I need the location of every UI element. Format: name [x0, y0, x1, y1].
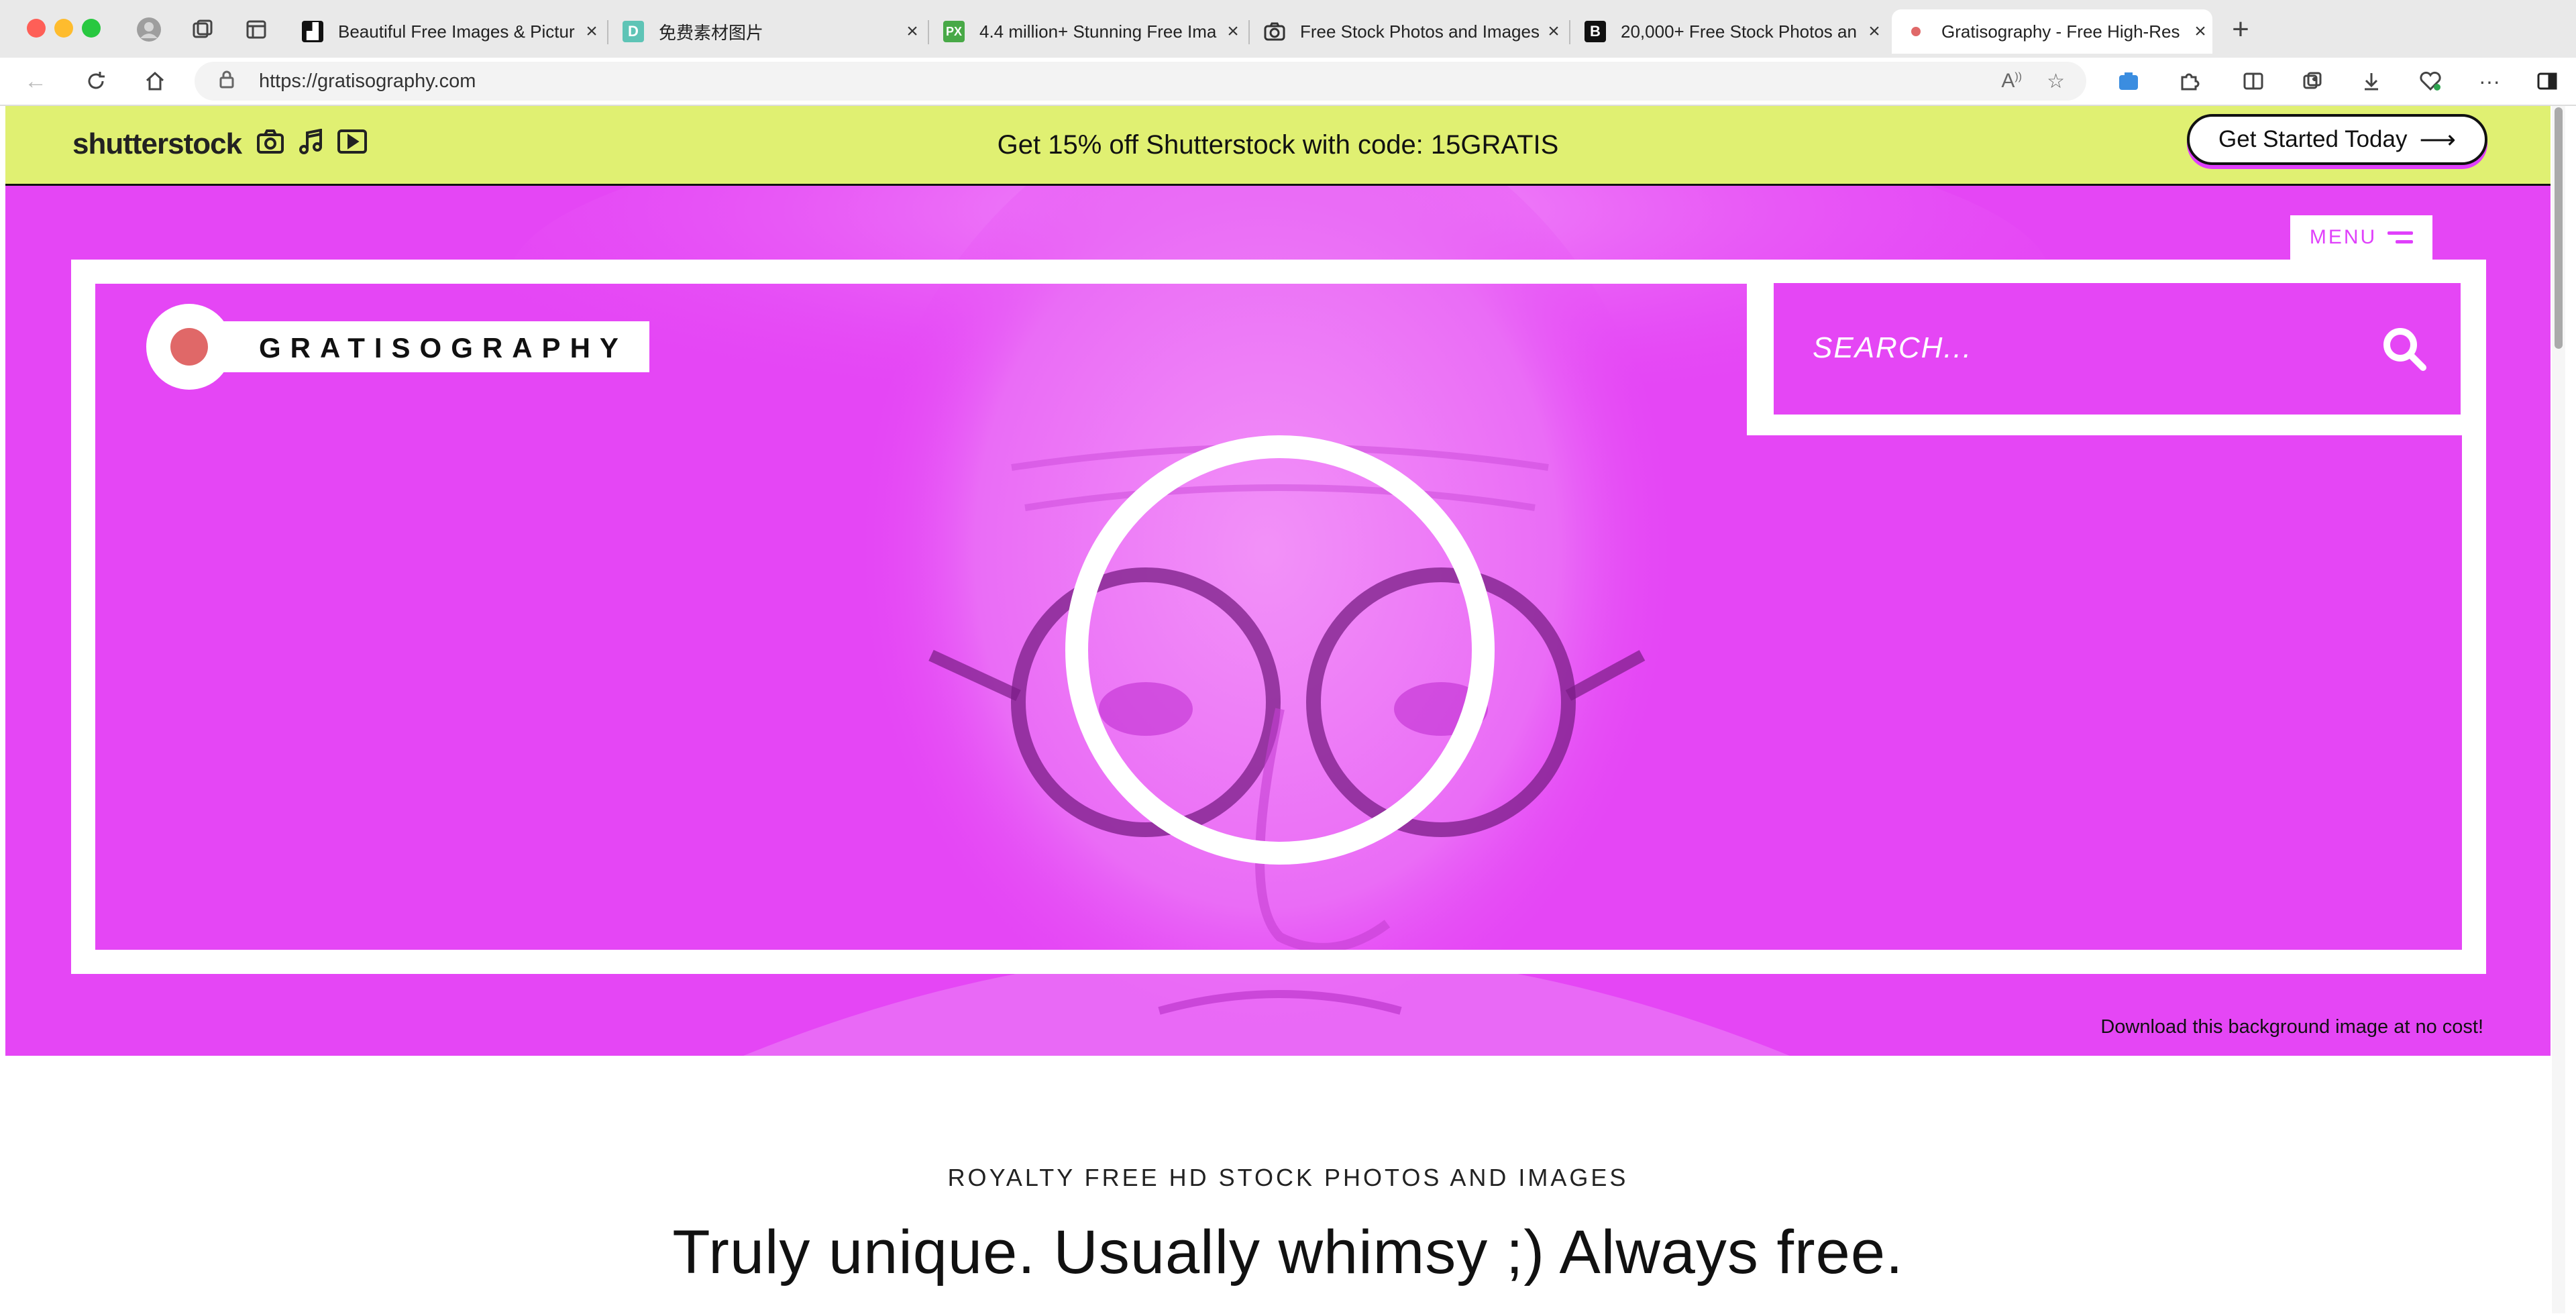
performance-heart-icon[interactable]: [2415, 66, 2446, 97]
menu-button[interactable]: MENU: [2290, 215, 2432, 260]
get-started-label: Get Started Today: [2218, 126, 2408, 152]
close-tab-icon[interactable]: ×: [1542, 20, 1566, 43]
search-icon[interactable]: [2380, 325, 2428, 376]
tab-free-stock-photos[interactable]: Free Stock Photos and Images ×: [1250, 9, 1566, 54]
url-bar[interactable]: https://gratisography.com A)) ☆: [195, 62, 2086, 101]
red-dot-icon: [1905, 21, 1927, 42]
promo-text: Get 15% off Shutterstock with code: 15GR…: [997, 130, 1559, 160]
minimize-window-button[interactable]: [54, 19, 73, 38]
pixabay-icon: PX: [943, 21, 965, 42]
page-scrollbar[interactable]: [2552, 106, 2565, 1313]
tab-unsplash[interactable]: ▟ Beautiful Free Images & Pictur ×: [288, 9, 604, 54]
b-favicon-icon: B: [1585, 21, 1606, 42]
tab-gratisography[interactable]: Gratisography - Free High-Res ×: [1892, 9, 2212, 54]
search-placeholder: SEARCH...: [1813, 331, 1973, 364]
section-subheading: ROYALTY FREE HD STOCK PHOTOS AND IMAGES: [947, 1164, 1629, 1191]
zoom-window-button[interactable]: [82, 19, 101, 38]
extension-blue-icon[interactable]: [2113, 66, 2144, 97]
hero-section: MENU SEARCH... GRATISOGRAPHY Download th…: [5, 186, 2551, 1056]
download-background-link[interactable]: Download this background image at no cos…: [2100, 1016, 2483, 1038]
close-tab-icon[interactable]: ×: [900, 20, 924, 43]
extensions-puzzle-icon[interactable]: [2174, 66, 2204, 97]
unsplash-icon: ▟: [302, 21, 323, 42]
section-heading: Truly unique. Usually whimsy ;) Always f…: [672, 1218, 1904, 1286]
close-tab-icon[interactable]: ×: [580, 20, 604, 43]
d-favicon-icon: D: [623, 21, 644, 42]
logo-text: GRATISOGRAPHY: [259, 332, 628, 364]
workspaces-icon[interactable]: [189, 16, 216, 43]
close-tab-icon[interactable]: ×: [2188, 20, 2212, 43]
back-arrow-icon[interactable]: ←: [20, 66, 51, 97]
search-input[interactable]: SEARCH...: [1774, 283, 2461, 415]
camera-icon: [1264, 21, 1285, 42]
tab-burst[interactable]: B 20,000+ Free Stock Photos an ×: [1571, 9, 1886, 54]
promo-banner: shutterstock Get 15% off Shutterstock wi…: [5, 106, 2551, 186]
menu-label: MENU: [2309, 226, 2377, 248]
new-tab-button[interactable]: +: [2224, 13, 2257, 46]
address-toolbar: ← https://gratisography.com A)) ☆ ···: [0, 58, 2576, 106]
scrollbar-thumb[interactable]: [2555, 107, 2563, 349]
hamburger-icon: [2387, 230, 2414, 245]
sidebar-toggle-icon[interactable]: [2532, 66, 2563, 97]
logo-dot-icon: [170, 328, 208, 366]
tab-chinese-images[interactable]: D 免费素材图片 ×: [609, 9, 924, 54]
close-tab-icon[interactable]: ×: [1221, 20, 1245, 43]
close-tab-icon[interactable]: ×: [1862, 20, 1886, 43]
read-aloud-icon[interactable]: A)): [2001, 70, 2022, 93]
favorite-star-icon[interactable]: ☆: [2047, 70, 2065, 93]
tab-pixabay[interactable]: PX 4.4 million+ Stunning Free Ima ×: [930, 9, 1245, 54]
get-started-button[interactable]: Get Started Today ⟶: [2187, 114, 2487, 165]
collections-icon[interactable]: [2297, 66, 2328, 97]
refresh-icon[interactable]: [80, 66, 111, 97]
lock-icon[interactable]: [219, 70, 235, 93]
downloads-icon[interactable]: [2356, 66, 2387, 97]
center-ring-graphic: [1065, 435, 1495, 865]
profile-icon[interactable]: [136, 16, 162, 43]
close-window-button[interactable]: [27, 19, 46, 38]
vertical-tabs-icon[interactable]: [243, 16, 270, 43]
browser-tab-bar: ▟ Beautiful Free Images & Pictur × D 免费素…: [0, 0, 2576, 58]
more-options-icon[interactable]: ···: [2474, 66, 2505, 97]
home-icon[interactable]: [140, 66, 170, 97]
arrow-right-icon: ⟶: [2419, 125, 2456, 154]
split-screen-icon[interactable]: [2238, 66, 2269, 97]
gratisography-logo[interactable]: GRATISOGRAPHY: [146, 304, 649, 390]
url-text[interactable]: https://gratisography.com: [259, 70, 476, 93]
